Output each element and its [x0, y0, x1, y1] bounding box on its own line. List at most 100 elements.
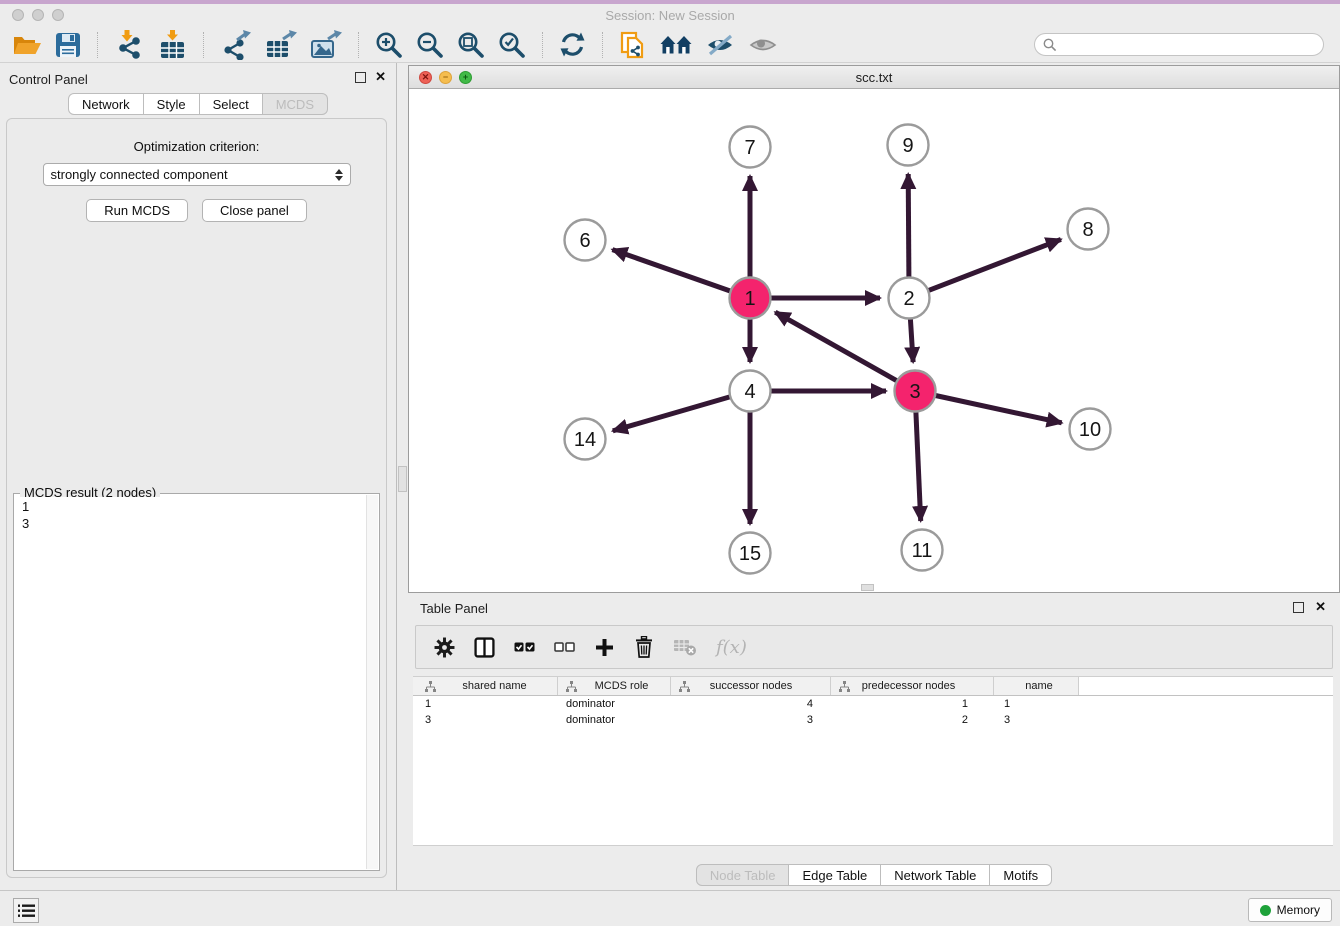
table-row[interactable]: 3 dominator 3 2 3 [413, 712, 1333, 728]
cell-mcds-role[interactable]: dominator [558, 714, 671, 726]
column-settings-button[interactable] [434, 637, 455, 658]
window-title: Session: New Session [0, 8, 1340, 23]
search-box [1034, 33, 1324, 56]
cell-shared-name[interactable]: 1 [413, 698, 558, 710]
graph-edge-2-8[interactable] [929, 239, 1061, 290]
tab-mcds[interactable]: MCDS [263, 93, 328, 115]
tab-network[interactable]: Network [68, 93, 144, 115]
float-table-panel-icon[interactable] [1293, 602, 1304, 613]
memory-status-dot [1260, 905, 1271, 916]
mcds-buttons: Run MCDS Close panel [7, 199, 386, 222]
cell-predecessor-nodes[interactable]: 1 [831, 698, 994, 710]
import-table-button[interactable] [155, 28, 189, 62]
cell-successor-nodes[interactable]: 4 [671, 698, 831, 710]
select-all-button[interactable] [514, 640, 535, 654]
zoom-fit-button[interactable] [455, 29, 487, 61]
zoom-selected-button[interactable] [496, 29, 528, 61]
refresh-icon [559, 31, 586, 58]
graph-edge-2-3[interactable] [910, 319, 913, 362]
tab-edge-table[interactable]: Edge Table [789, 864, 881, 886]
column-flow-icon [425, 681, 436, 692]
close-panel-button[interactable]: Close panel [202, 199, 307, 222]
toolbar-separator [542, 32, 543, 58]
apply-preferred-layout-button[interactable] [658, 31, 694, 59]
fx-icon: f(x) [716, 637, 747, 658]
cell-successor-nodes[interactable]: 3 [671, 714, 831, 726]
column-header-mcds-role[interactable]: MCDS role [558, 677, 671, 695]
mcds-result-text[interactable]: 1 3 [16, 497, 365, 868]
network-canvas[interactable]: 7968124314101511 [409, 89, 1339, 592]
add-row-button[interactable] [594, 637, 615, 658]
import-table-icon [157, 30, 187, 60]
control-panel: Control Panel ✕ Network Style Select MCD… [0, 63, 397, 890]
graph-edge-3-10[interactable] [936, 396, 1062, 423]
cell-shared-name[interactable]: 3 [413, 714, 558, 726]
graph-node-label-6: 6 [579, 230, 590, 252]
hide-selected-button[interactable] [703, 31, 737, 59]
export-table-button[interactable] [263, 28, 299, 62]
tab-select[interactable]: Select [200, 93, 263, 115]
show-column-button[interactable] [474, 637, 495, 658]
run-mcds-button[interactable]: Run MCDS [86, 199, 188, 222]
tab-node-table[interactable]: Node Table [696, 864, 790, 886]
new-network-from-selection-button[interactable] [617, 28, 649, 62]
toolbar-separator [97, 32, 98, 58]
result-scrollbar[interactable] [366, 495, 378, 869]
column-header-name[interactable]: name [994, 677, 1079, 695]
graph-node-label-14: 14 [574, 429, 596, 451]
column-header-predecessor-nodes[interactable]: predecessor nodes [831, 677, 994, 695]
zoom-fit-icon [457, 31, 485, 59]
tab-style[interactable]: Style [144, 93, 200, 115]
toolbar-separator [358, 32, 359, 58]
splitter-grip-vertical[interactable] [398, 466, 407, 492]
select-stepper-icon [335, 169, 343, 181]
save-session-button[interactable] [53, 30, 83, 60]
splitter-grip-horizontal[interactable] [861, 584, 874, 591]
memory-label: Memory [1277, 903, 1320, 917]
delete-row-button[interactable] [634, 636, 654, 658]
graph-edge-1-6[interactable] [612, 250, 730, 291]
cell-name[interactable]: 3 [994, 714, 1079, 726]
graph-edge-3-1[interactable] [775, 312, 896, 381]
search-input[interactable] [1062, 38, 1315, 52]
function-builder-button[interactable]: f(x) [716, 637, 747, 658]
deselect-all-icon [554, 640, 575, 654]
show-column-icon [474, 637, 495, 658]
export-network-icon [220, 30, 252, 60]
tab-motifs[interactable]: Motifs [990, 864, 1052, 886]
delete-table-button[interactable] [673, 637, 697, 657]
deselect-all-button[interactable] [554, 640, 575, 654]
graph-node-label-11: 11 [912, 540, 933, 562]
show-all-button[interactable] [746, 31, 780, 59]
graph-edge-2-9[interactable] [908, 174, 909, 277]
open-session-button[interactable] [10, 30, 44, 60]
close-panel-icon[interactable]: ✕ [375, 69, 386, 85]
graph-edge-4-14[interactable] [613, 397, 730, 431]
zoom-out-button[interactable] [414, 29, 446, 61]
float-panel-icon[interactable] [355, 72, 366, 83]
import-network-button[interactable] [112, 28, 146, 62]
cell-mcds-role[interactable]: dominator [558, 698, 671, 710]
column-header-shared-name[interactable]: shared name [413, 677, 558, 695]
select-all-icon [514, 640, 535, 654]
memory-button[interactable]: Memory [1248, 898, 1332, 922]
criterion-select[interactable]: strongly connected component [43, 163, 351, 186]
cell-name[interactable]: 1 [994, 698, 1079, 710]
delete-table-icon [673, 637, 697, 657]
toolbar-separator [602, 32, 603, 58]
node-table: shared name MCDS role successor nodes pr… [413, 676, 1333, 846]
cell-predecessor-nodes[interactable]: 2 [831, 714, 994, 726]
refresh-view-button[interactable] [557, 29, 588, 60]
network-window-titlebar[interactable]: ✕ − + scc.txt [409, 66, 1339, 89]
tab-network-table[interactable]: Network Table [881, 864, 990, 886]
criterion-label: Optimization criterion: [7, 139, 386, 154]
zoom-in-button[interactable] [373, 29, 405, 61]
zoom-out-icon [416, 31, 444, 59]
table-row[interactable]: 1 dominator 4 1 1 [413, 696, 1333, 712]
export-network-button[interactable] [218, 28, 254, 62]
close-table-panel-icon[interactable]: ✕ [1315, 599, 1326, 615]
export-image-button[interactable] [308, 28, 344, 62]
column-header-successor-nodes[interactable]: successor nodes [671, 677, 831, 695]
task-history-button[interactable] [13, 898, 39, 923]
graph-edge-3-11[interactable] [916, 412, 921, 521]
